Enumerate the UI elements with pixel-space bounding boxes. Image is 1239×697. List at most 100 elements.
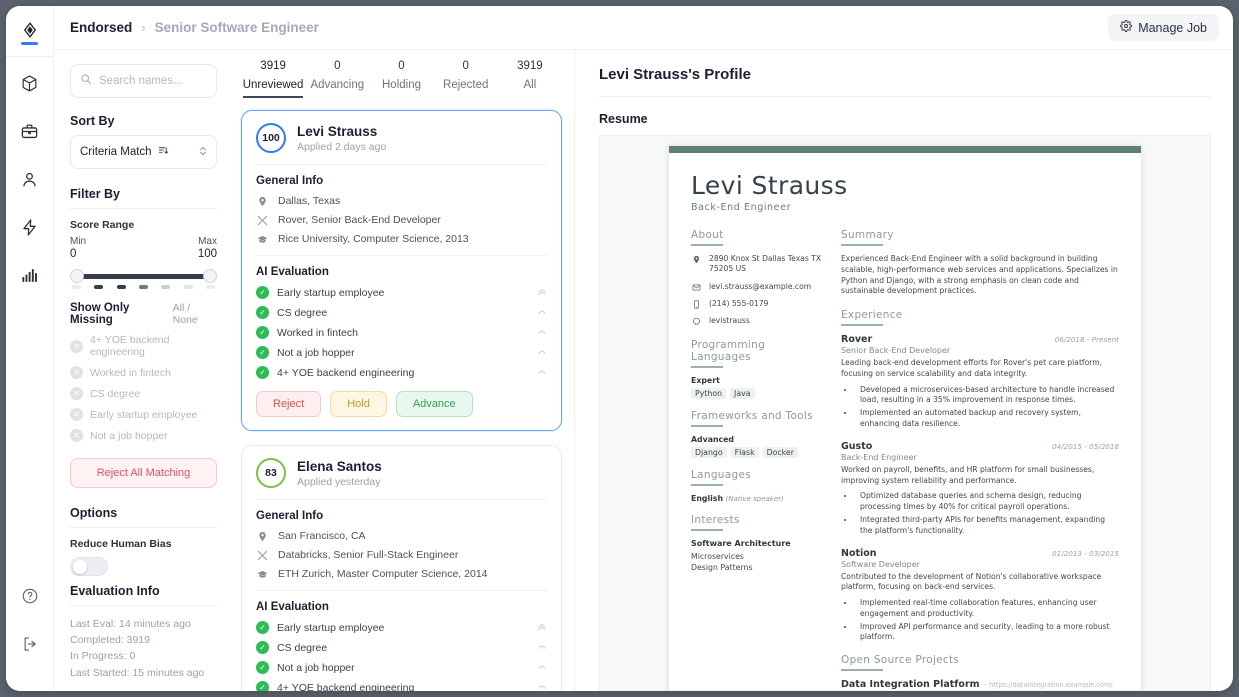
tab-unreviewed[interactable]: 3919 Unreviewed [241,60,305,104]
all-link[interactable]: All [173,302,185,314]
breadcrumb-root[interactable]: Endorsed [70,20,132,35]
close-icon: ✕ [70,387,83,400]
all-none-toggle[interactable]: All / None [173,302,217,326]
heading-rule [691,366,723,369]
job-bullet: Integrated third-party APIs for benefits… [855,515,1119,537]
none-link[interactable]: None [173,314,198,326]
candidate-card[interactable]: 83 Elena Santos Applied yesterday Genera… [241,445,562,691]
evaluation-row[interactable]: ✓ 4+ YOE backend engineering [256,366,547,379]
candidate-education: Rice University, Computer Science, 2013 [278,233,469,245]
endorsed-logo[interactable] [11,16,49,50]
tab-all[interactable]: 3919 All [498,60,562,104]
tab-holding[interactable]: 0 Holding [369,60,433,104]
manage-job-label: Manage Job [1138,20,1207,35]
evaluation-row[interactable]: ✓ Early startup employee [256,286,547,299]
logo-underline [21,42,38,45]
tools-icon [256,550,269,561]
missing-criterion-label: 4+ YOE backend engineering [90,334,170,358]
check-icon: ✓ [256,621,269,634]
score-badge: 100 [256,123,286,153]
chevron-up-icon[interactable] [537,347,547,359]
project-name: Data Integration Platform [841,679,980,691]
resume-phone: (214) 555-0179 [709,298,769,308]
divider [256,255,547,256]
experience-entry: Rover 06/2018 - Present Senior Back-End … [841,334,1119,430]
evaluation-row[interactable]: ✓ CS degree [256,306,547,319]
tab-rejected[interactable]: 0 Rejected [434,60,498,104]
missing-criterion-row[interactable]: ✕ Early startup employee [70,408,217,421]
experience-heading: Experience [841,309,903,322]
tab-advancing[interactable]: 0 Advancing [305,60,369,104]
sidebar-item-user[interactable] [13,165,47,199]
evaluation-row[interactable]: ✓ Not a job hopper [256,346,547,359]
resume-viewer[interactable]: Levi Strauss Back-End Engineer About 289… [599,135,1211,691]
chevron-double-up-icon[interactable] [537,287,547,299]
chevron-up-icon[interactable] [537,682,547,692]
resume-email: levi.strauss@example.com [709,281,812,291]
histogram-bar [161,285,171,289]
slider-min-handle[interactable] [70,269,84,283]
slider-max-handle[interactable] [203,269,217,283]
gear-icon [1120,20,1133,35]
candidate-name: Elena Santos [297,458,382,474]
job-header: Rover 06/2018 - Present [841,334,1119,345]
user-icon [20,170,39,194]
prog-lang-chips: Python Java [691,388,823,400]
evaluation-row[interactable]: ✓ 4+ YOE backend engineering [256,681,547,691]
chevron-up-icon[interactable] [537,327,547,339]
manage-job-button[interactable]: Manage Job [1108,14,1219,41]
search-input[interactable] [99,75,207,87]
histogram-bar [183,285,193,289]
sidebar-item-bolt[interactable] [13,213,47,247]
job-description: Contributed to the development of Notion… [841,571,1102,592]
chevron-up-icon[interactable] [537,662,547,674]
sidebar-item-cube[interactable] [13,69,47,103]
ai-evaluation-title: AI Evaluation [256,266,329,278]
separator: / [187,302,191,314]
check-icon: ✓ [256,641,269,654]
missing-criterion-row[interactable]: ✕ 4+ YOE backend engineering [70,334,217,358]
eval-info-line: Completed: 3919 [70,634,150,647]
sidebar-item-logout[interactable] [13,629,47,663]
sidebar-item-analytics[interactable] [13,261,47,295]
resume-email-row: levi.strauss@example.com [691,282,823,292]
skill-chip: Flask [730,447,759,459]
top-bar: Endorsed › Senior Software Engineer Mana… [54,6,1233,50]
content-area: Sort By Criteria Match Filter By Score R… [54,50,1233,691]
chevron-up-icon[interactable] [537,307,547,319]
sort-by-select[interactable]: Criteria Match [70,135,217,169]
skill-chip: Java [730,388,755,400]
evaluation-row[interactable]: ✓ CS degree [256,641,547,654]
heading-rule [691,484,723,487]
evaluation-row[interactable]: ✓ Worked in fintech [256,326,547,339]
evaluation-row[interactable]: ✓ Not a job hopper [256,661,547,674]
histogram-bar [205,285,215,289]
reject-all-matching-button[interactable]: Reject All Matching [70,458,217,488]
chevron-up-icon[interactable] [537,642,547,654]
reject-button[interactable]: Reject [256,391,322,417]
sidebar-item-briefcase[interactable] [13,117,47,151]
job-bullet: Developed a microservices-based architec… [855,385,1119,407]
job-bullet: Implemented real-time collaboration feat… [855,598,1119,620]
chevron-double-up-icon[interactable] [537,622,547,634]
show-only-missing-label: Show Only Missing [70,302,130,326]
hold-button[interactable]: Hold [330,391,387,417]
search-icon [80,72,92,90]
sidebar-item-help[interactable] [13,581,47,615]
status-tabs: 3919 Unreviewed 0 Advancing 0 Holding 0 … [237,50,566,104]
job-header: Gusto 04/2015 - 05/2018 [841,441,1119,452]
score-range-slider[interactable] [70,266,217,292]
missing-criterion-row[interactable]: ✕ Not a job hopper [70,429,217,442]
evaluation-row[interactable]: ✓ Early startup employee [256,621,547,634]
resume-address-row: 2890 Knox St Dallas Texas TX 75205 US [691,254,823,275]
advance-button[interactable]: Advance [395,391,473,417]
reduce-human-bias-toggle[interactable] [70,557,108,576]
job-bullets: Optimized database queries and schema de… [855,491,1119,536]
chevron-up-icon[interactable] [537,367,547,379]
missing-criterion-row[interactable]: ✕ Worked in fintech [70,366,217,379]
candidate-card[interactable]: 100 Levi Strauss Applied 2 days ago Gene… [241,110,562,431]
max-value: 100 [197,248,217,260]
language-note: (Native speaker) [725,495,784,504]
search-box[interactable] [70,64,217,98]
missing-criterion-row[interactable]: ✕ CS degree [70,387,217,400]
